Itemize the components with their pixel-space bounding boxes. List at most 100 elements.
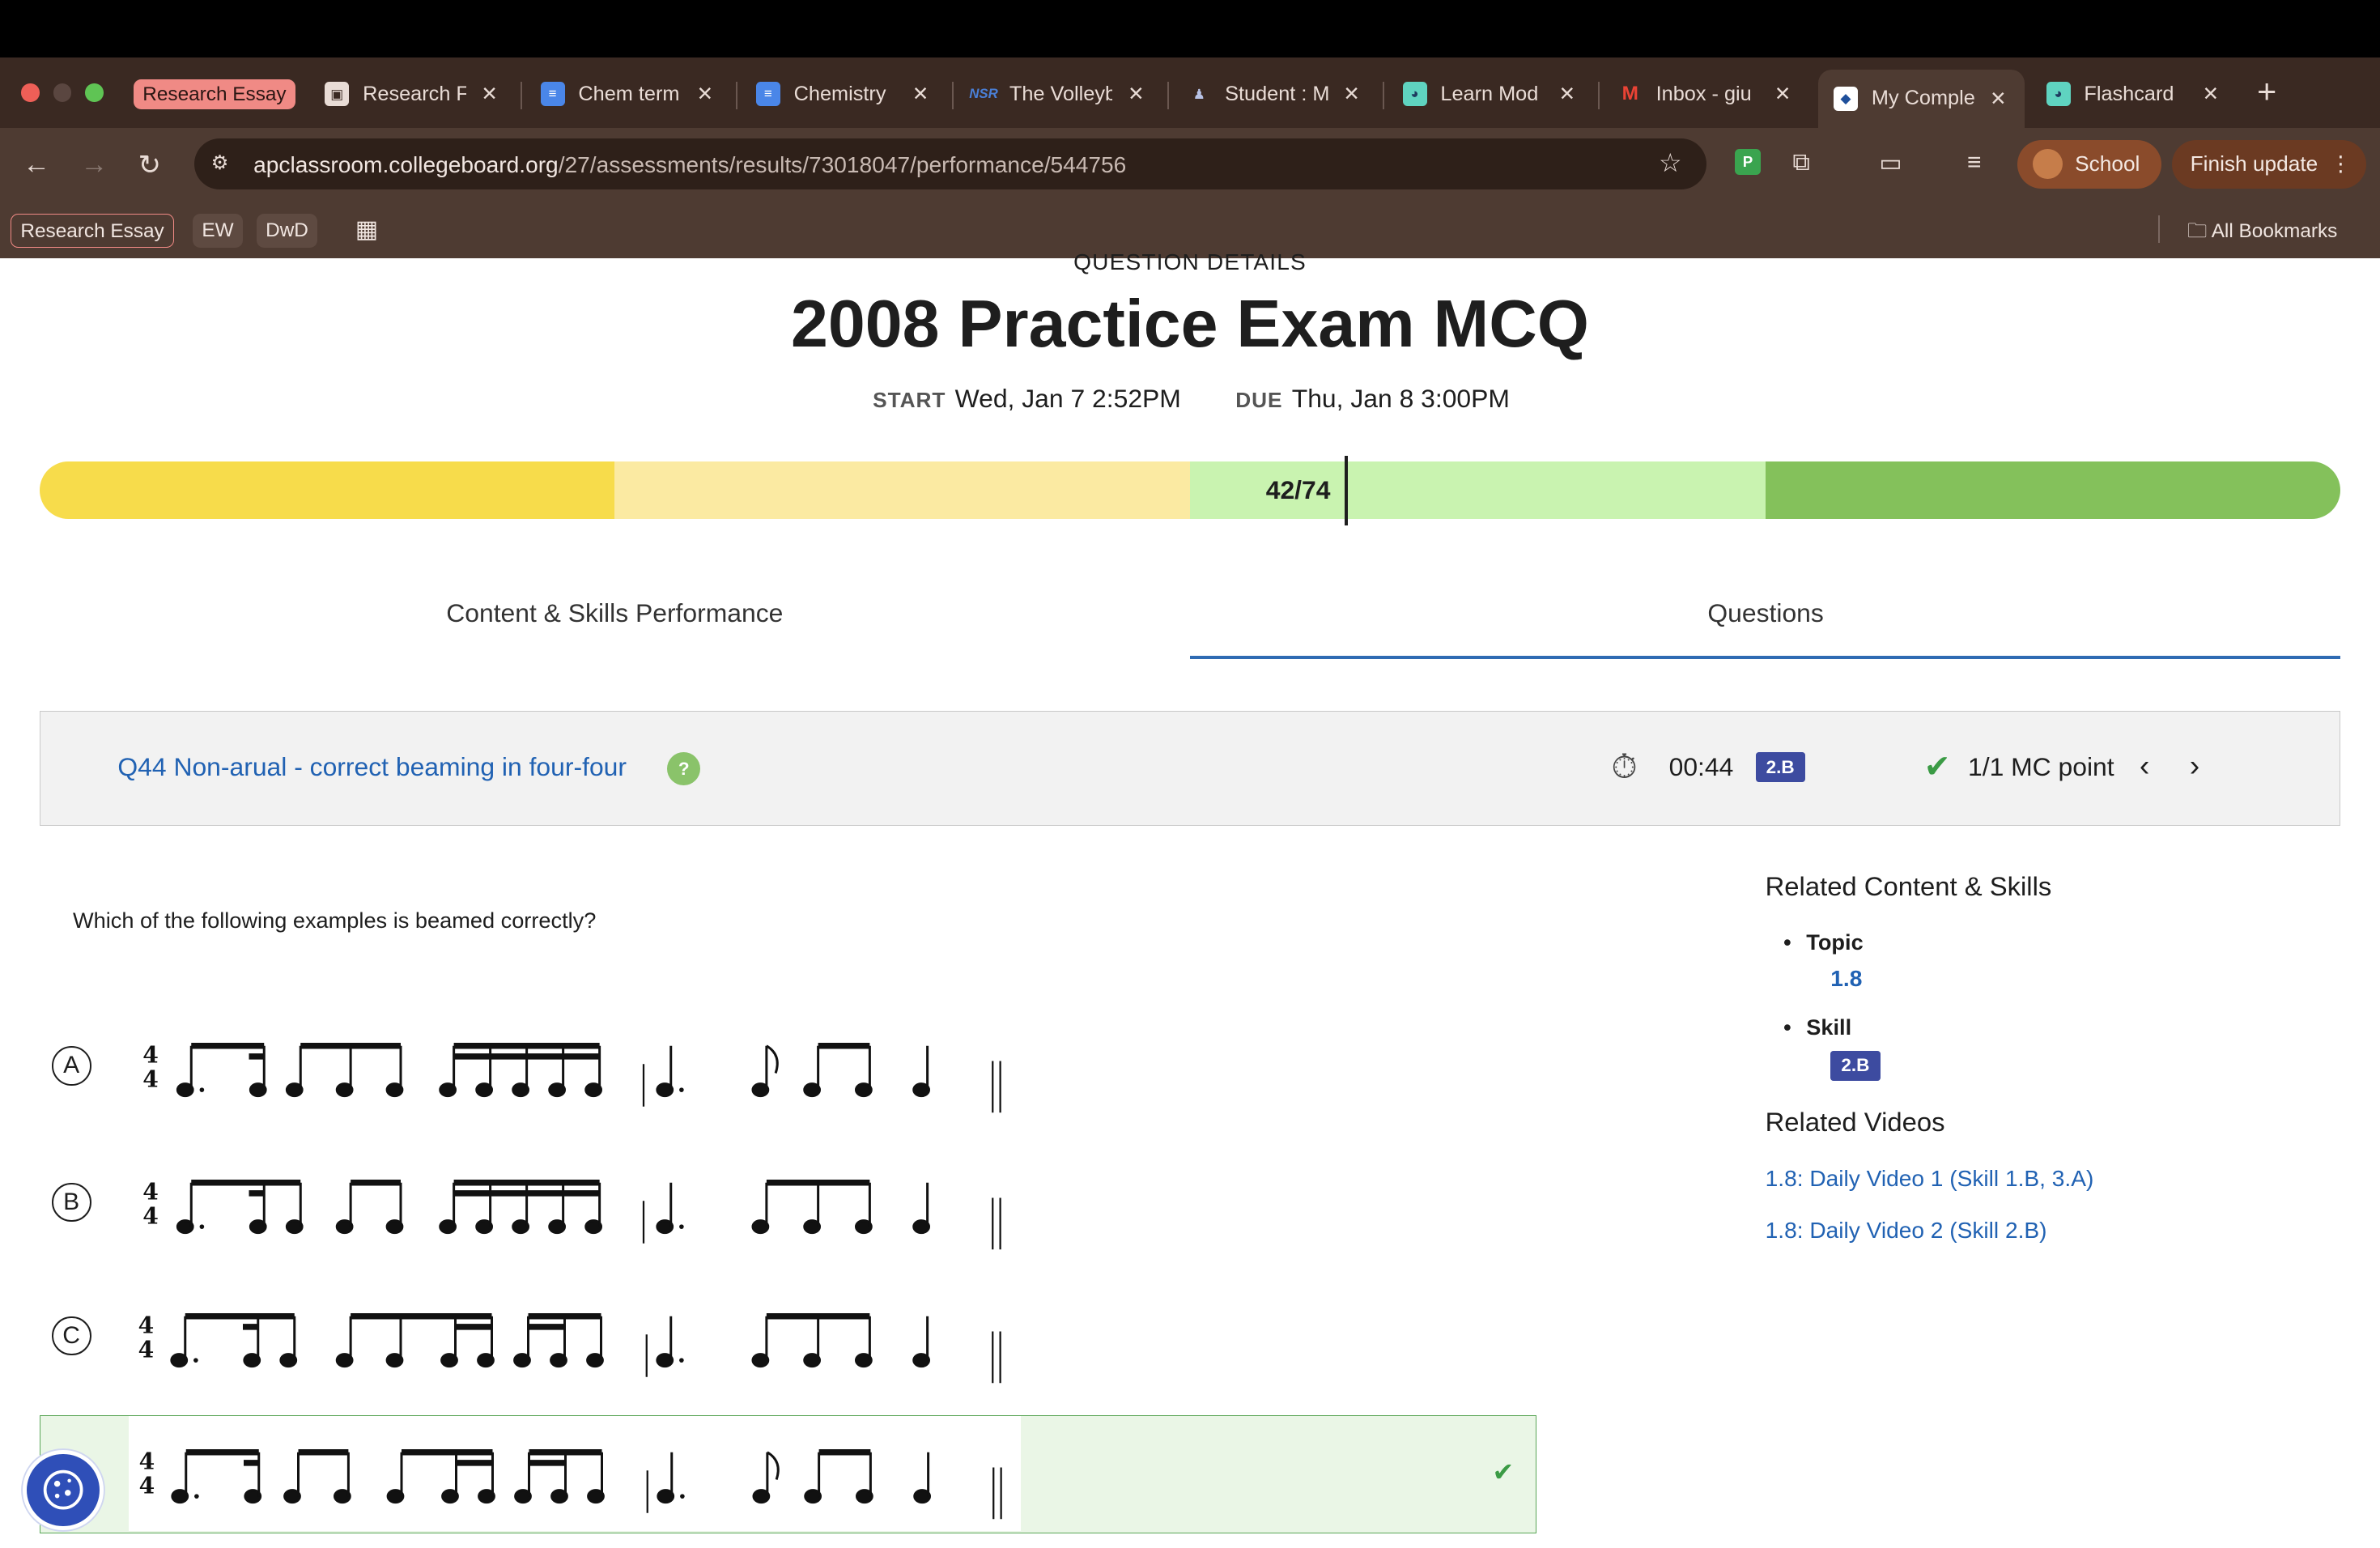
bookmark-group-research-essay[interactable]: Research Essay [11,214,174,248]
due-label: DUE [1235,388,1283,413]
question-header: Q44 Non-arual - correct beaming in four-… [39,710,2341,826]
svg-text:4: 4 [139,1448,155,1474]
close-tab-icon[interactable]: ✕ [1990,87,2006,111]
close-tab-icon[interactable]: ✕ [2203,82,2219,106]
sidebar-skill-badge[interactable]: 2.B [1830,1050,1881,1081]
all-bookmarks-button[interactable]: 🗀 All Bookmarks [2187,217,2337,250]
finish-update-button[interactable]: Finish update ⋮ [2172,139,2367,189]
browser-chrome: Research Essay ▣ Research F ✕ ≡ Chem ter… [0,57,2380,258]
close-tab-icon[interactable]: ✕ [912,82,929,106]
svg-text:4: 4 [138,1336,155,1363]
tab-title: Research F [363,82,466,105]
browser-tab[interactable]: NSR The Volleyb ✕ [969,70,1144,118]
due-value: Thu, Jan 8 3:00PM [1291,384,1510,414]
close-tab-icon[interactable]: ✕ [1774,82,1791,106]
active-tab-indicator [1190,656,2341,659]
answer-choice-b[interactable]: B 44 [40,1146,1536,1265]
reading-list-icon[interactable]: ≡ [1967,149,1982,176]
next-question-icon[interactable]: › [2190,748,2200,783]
music-notation-d: 44 [139,1448,1002,1519]
close-tab-icon[interactable]: ✕ [1559,82,1575,106]
url-text[interactable]: apclassroom.collegeboard.org/27/assessme… [253,152,1126,178]
browser-tab[interactable]: ▣ Research F ✕ [325,70,498,118]
tab-content-skills[interactable]: Content & Skills Performance [446,598,783,628]
checkmark-icon: ✔ [1923,748,1951,785]
music-notation-a: 44 [142,1042,1001,1113]
svg-text:4: 4 [142,1202,159,1229]
music-notation-b: 44 [142,1178,1001,1250]
topic-link[interactable]: 1.8 [1830,966,1862,992]
section-label: QUESTION DETAILS [1073,249,1307,274]
site-settings-icon[interactable]: ⚙ [211,151,229,175]
related-video-link[interactable]: 1.8: Daily Video 2 (Skill 2.B) [1766,1218,2047,1244]
svg-text:4: 4 [139,1472,155,1499]
back-icon[interactable]: ← [23,149,50,181]
apps-grid-icon[interactable]: ▦ [346,213,388,246]
all-bookmarks-label: All Bookmarks [2211,220,2338,243]
related-content-heading: Related Content & Skills [1765,871,2052,902]
previous-question-icon[interactable]: ‹ [2140,748,2150,783]
related-video-link[interactable]: 1.8: Daily Video 1 (Skill 1.B, 3.A) [1766,1166,2094,1192]
svg-text:4: 4 [142,1178,159,1205]
close-tab-icon[interactable]: ✕ [1128,82,1144,106]
more-menu-icon[interactable]: ⋮ [2330,151,2351,176]
new-tab-icon[interactable]: + [2257,73,2276,111]
browser-tab[interactable]: ≡ Chemistry ✕ [755,70,929,118]
tab-questions[interactable]: Questions [1707,598,1823,628]
points-earned: 1/1 MC point [1968,752,2114,782]
page-content: QUESTION DETAILS 2008 Practice Exam MCQ … [0,249,2380,1548]
gmail-icon: M [1621,83,1638,105]
bookmark-dwd[interactable]: DwD [256,214,318,248]
question-prompt: Which of the following examples is beame… [73,908,597,933]
quizlet-icon: ◕ [2046,82,2071,107]
start-date: START Wed, Jan 7 2:52PM [873,384,1181,414]
close-tab-icon[interactable]: ✕ [697,82,713,106]
forward-icon[interactable]: → [80,149,108,181]
close-window-button[interactable] [21,83,40,102]
maximize-window-button[interactable] [85,83,104,102]
bookmarks-divider [2158,215,2161,243]
tab-group-label[interactable]: Research Essay [134,79,295,109]
cookie-settings-button[interactable] [23,1449,104,1530]
profile-button[interactable]: School [2017,139,2161,189]
close-tab-icon[interactable]: ✕ [1343,82,1359,106]
browser-tab[interactable]: ♟ Student : M ✕ [1187,70,1360,118]
browser-toolbar: ← → ↻ ⚙ apclassroom.collegeboard.org/27/… [0,127,2380,201]
browser-tab-active[interactable]: ◆ My Comple ✕ [1818,70,2025,128]
browser-tab[interactable]: ≡ Chem term ✕ [540,70,713,118]
answer-choice-a[interactable]: A 44 [40,1010,1536,1128]
minimize-window-button[interactable] [53,83,72,102]
address-bar[interactable]: ⚙ apclassroom.collegeboard.org/27/assess… [194,138,1706,190]
bookmark-star-icon[interactable]: ☆ [1659,147,1682,178]
bookmark-ew[interactable]: EW [193,214,243,248]
page-title: 2008 Practice Exam MCQ [791,286,1589,361]
tab-title: Learn Mod [1440,82,1539,105]
time-spent: 00:44 [1668,752,1734,782]
extension-icon[interactable]: P [1735,148,1761,175]
choice-letter: B [51,1182,91,1223]
answer-choice-c[interactable]: C 44 [40,1280,1536,1398]
folder-icon: 🗀 [2187,220,2208,243]
reload-icon[interactable]: ↻ [138,149,161,181]
close-tab-icon[interactable]: ✕ [481,82,497,106]
tab-title: Chemistry [793,82,886,105]
classroom-icon: ▣ [325,82,350,107]
svg-text:4: 4 [138,1312,155,1338]
score-band [39,461,615,520]
browser-tab[interactable]: M Inbox - giu ✕ [1618,70,1791,118]
question-title[interactable]: Q44 Non-arual - correct beaming in four-… [117,752,627,782]
due-date: DUE Thu, Jan 8 3:00PM [1235,384,1510,414]
browser-tab[interactable]: ◕ Flashcard ✕ [2046,70,2219,118]
answer-choice-d[interactable]: 44 ✔ [39,1414,1536,1533]
extensions-puzzle-icon[interactable]: ⧉ [1792,149,1809,176]
stopwatch-icon: ⏱ [1611,747,1638,785]
profile-label: School [2075,151,2140,176]
browser-tab[interactable]: ◕ Learn Mod ✕ [1402,70,1575,118]
collegeboard-icon: ◆ [1834,86,1858,111]
cookie-icon [43,1469,83,1510]
screen-search-icon[interactable]: ▭ [1879,149,1902,177]
choice-letter: C [51,1316,91,1356]
score-band [1765,461,2341,520]
correct-answer-checkmark-icon: ✔ [1492,1457,1515,1487]
question-help-icon[interactable]: ? [667,752,701,786]
